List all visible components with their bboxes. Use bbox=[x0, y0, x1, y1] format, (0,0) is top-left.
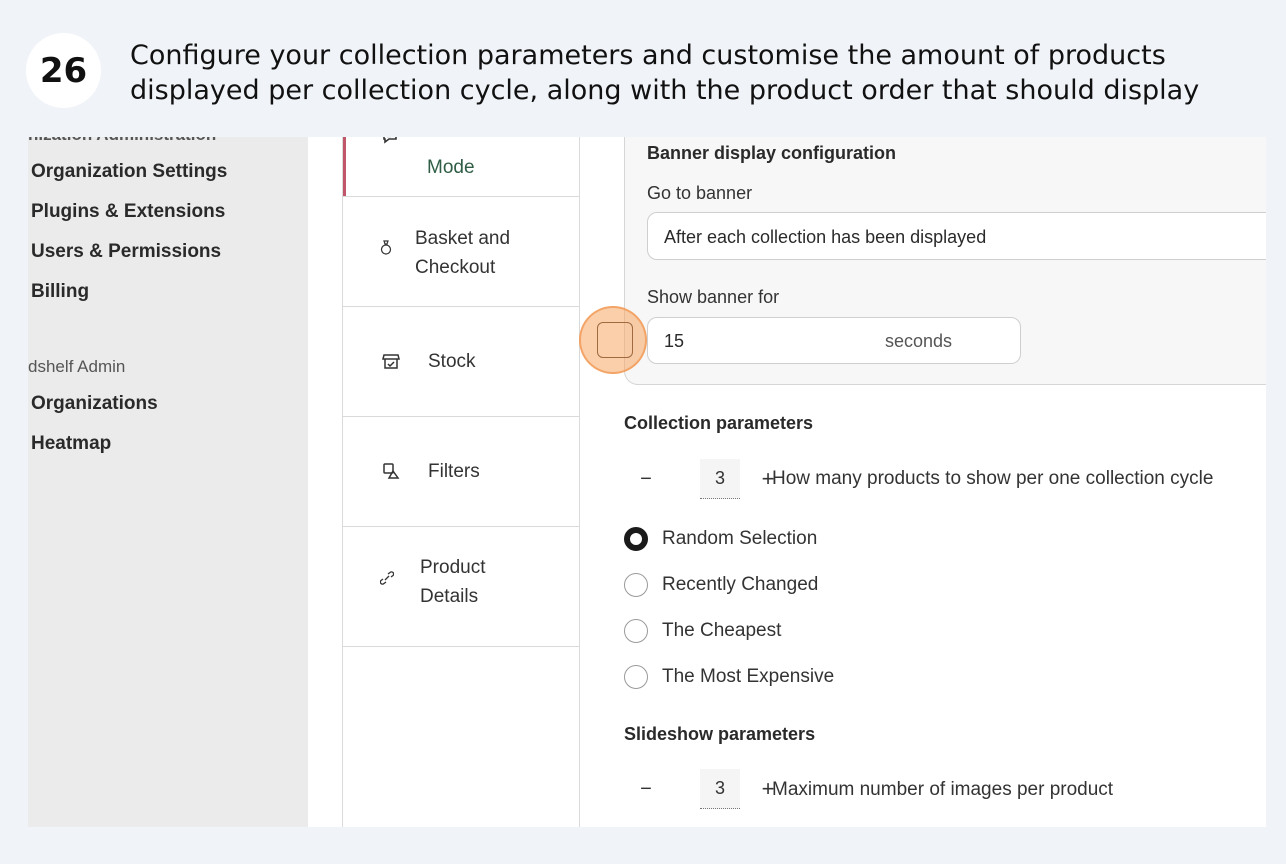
slideshow-count-description: Maximum number of images per product bbox=[772, 779, 1114, 800]
settings-panel: Banner display configuration Go to banne… bbox=[580, 137, 1266, 827]
app-screenshot: nization Administration Organization Set… bbox=[28, 137, 1266, 827]
radio-label: Random Selection bbox=[662, 528, 818, 549]
go-to-banner-label: Go to banner bbox=[647, 183, 753, 203]
collection-parameters-title: Collection parameters bbox=[624, 413, 814, 433]
slideshow-count-value[interactable]: 3 bbox=[700, 769, 740, 809]
money-bag-icon bbox=[379, 239, 393, 258]
tab-product-details[interactable]: Product Details bbox=[343, 527, 580, 647]
settings-tab-list: Mode Basket and Checkout Stock Filters P… bbox=[342, 137, 580, 827]
sidebar-item-organization-settings[interactable]: Organization Settings bbox=[31, 161, 227, 183]
radio-random-selection[interactable] bbox=[624, 527, 648, 551]
tab-label: Mode bbox=[427, 157, 475, 178]
collection-count-value[interactable]: 3 bbox=[700, 459, 740, 499]
tab-label: Basket and Checkout bbox=[415, 228, 511, 278]
slideshow-decrease-button[interactable]: − bbox=[625, 769, 667, 809]
collection-count-description: How many products to show per one collec… bbox=[772, 468, 1214, 489]
step-instruction: Configure your collection parameters and… bbox=[130, 40, 1200, 106]
sidebar-item-organizations[interactable]: Organizations bbox=[31, 393, 158, 415]
collection-decrease-button[interactable]: − bbox=[625, 459, 667, 499]
radio-label: Recently Changed bbox=[662, 574, 819, 595]
sidebar-item-heatmap[interactable]: Heatmap bbox=[31, 433, 111, 455]
seconds-value: 15 bbox=[664, 331, 685, 351]
image-filter-icon bbox=[381, 461, 401, 484]
admin-sidebar: nization Administration Organization Set… bbox=[28, 137, 308, 827]
store-icon bbox=[381, 351, 401, 374]
show-banner-for-label: Show banner for bbox=[647, 287, 780, 307]
tab-filters[interactable]: Filters bbox=[343, 417, 580, 527]
sidebar-item-plugins-extensions[interactable]: Plugins & Extensions bbox=[31, 201, 225, 223]
go-to-banner-value: After each collection has been displayed bbox=[664, 227, 987, 247]
tab-label: Product Details bbox=[420, 557, 486, 607]
sidebar-section-heading: nization Administration bbox=[28, 137, 216, 145]
show-banner-seconds-input[interactable]: 15 seconds bbox=[647, 317, 1021, 364]
link-icon bbox=[379, 571, 395, 588]
slideshow-parameters-title: Slideshow parameters bbox=[624, 724, 816, 744]
banner-config-title: Banner display configuration bbox=[647, 143, 897, 163]
tab-display-mode[interactable]: Mode bbox=[343, 137, 580, 197]
tab-label: Filters bbox=[428, 461, 480, 482]
sidebar-item-users-permissions[interactable]: Users & Permissions bbox=[31, 241, 221, 263]
radio-the-most-expensive[interactable] bbox=[624, 665, 648, 689]
seconds-unit: seconds bbox=[885, 331, 953, 351]
radio-recently-changed[interactable] bbox=[624, 573, 648, 597]
step-number-badge: 26 bbox=[26, 33, 101, 108]
radio-the-cheapest[interactable] bbox=[624, 619, 648, 643]
tab-basket-checkout[interactable]: Basket and Checkout bbox=[343, 197, 580, 307]
radio-label: The Most Expensive bbox=[662, 666, 835, 687]
sidebar-item-billing[interactable]: Billing bbox=[31, 281, 89, 303]
click-highlight-target bbox=[597, 322, 633, 358]
tab-label: Stock bbox=[428, 351, 476, 372]
sidebar-section-admin: dshelf Admin bbox=[28, 357, 126, 376]
tab-stock[interactable]: Stock bbox=[343, 307, 580, 417]
go-to-banner-select[interactable]: After each collection has been displayed bbox=[647, 212, 1266, 260]
radio-label: The Cheapest bbox=[662, 620, 782, 641]
speech-bubble-icon bbox=[381, 137, 399, 148]
